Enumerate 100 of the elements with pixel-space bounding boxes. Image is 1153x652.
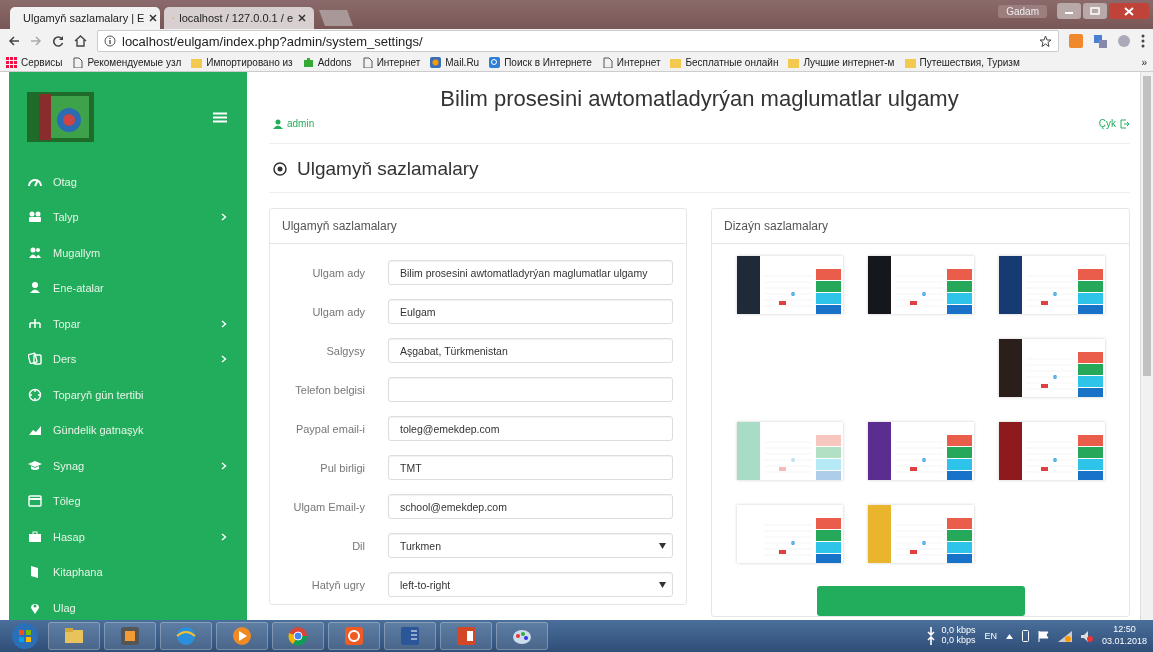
- theme-preview[interactable]: [998, 339, 1105, 397]
- emblem-logo: [27, 92, 94, 142]
- folder-icon: [670, 56, 682, 68]
- caret-up-icon[interactable]: [1005, 633, 1013, 639]
- theme-preview[interactable]: [998, 422, 1105, 480]
- clock[interactable]: 12:50 03.01.2018: [1101, 624, 1147, 648]
- theme-preview[interactable]: [998, 256, 1105, 314]
- close-button[interactable]: [1109, 3, 1149, 19]
- tab-title: Ulgamyň sazlamalary | E: [23, 12, 145, 24]
- reload-icon[interactable]: [52, 35, 64, 47]
- input-field[interactable]: Bilim prosesini awtomatladyrýan maglumatlar ulgamy: [388, 260, 673, 285]
- input-field[interactable]: toleg@emekdep.com: [388, 416, 673, 441]
- download-speed: 0,0 kbps: [941, 626, 976, 636]
- users-icon: [28, 210, 42, 225]
- theme-preview[interactable]: [867, 422, 974, 480]
- field-label: Paypal email-i: [294, 422, 365, 435]
- globe-icon: [174, 624, 198, 648]
- network-icon[interactable]: [1057, 630, 1072, 642]
- user-icon: [28, 281, 42, 296]
- bookmark[interactable]: Бесплатные онлайн: [670, 56, 779, 68]
- editor-icon: [118, 624, 142, 648]
- app-title: Bilim prosesini awtomatladyrýan maglumatlar ulgamy: [439, 86, 960, 112]
- taskbar-button[interactable]: [48, 622, 100, 650]
- app-icon: [342, 624, 366, 648]
- caret-icon: [659, 581, 666, 588]
- search-icon: [489, 56, 501, 68]
- address-bar[interactable]: localhost/eulgam/index.php?admin/system_settings/: [97, 30, 1059, 52]
- panel-title: Ulgamyň sazlamalary: [282, 219, 397, 233]
- taskbar-button[interactable]: [328, 622, 380, 650]
- start-orb-icon: [11, 622, 39, 650]
- credit-card-icon: [28, 494, 42, 509]
- page-icon: [601, 56, 613, 68]
- upload-speed: 0,0 kbps: [941, 636, 976, 646]
- bookmark[interactable]: Рекомендуемые узл: [72, 56, 182, 68]
- input-field[interactable]: school@emekdep.com: [388, 494, 673, 519]
- puzzle-icon: [302, 56, 314, 68]
- upload-arrow-icon: [927, 636, 936, 646]
- info-icon: [104, 35, 116, 47]
- folder-icon: [788, 56, 800, 68]
- minimize-button[interactable]: [1057, 3, 1081, 19]
- theme-preview[interactable]: [867, 256, 974, 314]
- taskbar-button[interactable]: [384, 622, 436, 650]
- maximize-button[interactable]: [1083, 3, 1107, 19]
- caret-icon: [659, 542, 666, 549]
- field-label: Ulgam ady: [311, 305, 365, 318]
- more-bookmarks[interactable]: »: [1141, 56, 1147, 68]
- bookmark[interactable]: Импортировано из: [191, 56, 293, 68]
- folder-icon: [191, 56, 203, 68]
- input-field[interactable]: TMT: [388, 455, 673, 480]
- theme-preview[interactable]: [736, 256, 843, 314]
- field-label: Dil: [351, 539, 365, 552]
- bookmark[interactable]: Интернет: [601, 56, 661, 68]
- close-icon[interactable]: [298, 14, 306, 22]
- bookmark[interactable]: Addons: [302, 56, 352, 68]
- field-label: Telefon belgisi: [294, 383, 365, 396]
- taskbar-button[interactable]: [216, 622, 268, 650]
- close-icon[interactable]: [149, 14, 158, 22]
- user-icon: [273, 118, 283, 129]
- taskbar-button[interactable]: [496, 622, 548, 650]
- scrollbar[interactable]: [1140, 72, 1153, 620]
- bookmark[interactable]: Поиск в Интернете: [489, 56, 592, 68]
- bookmark[interactable]: Сервисы: [6, 56, 63, 68]
- dropdown[interactable]: left-to-right: [388, 572, 673, 597]
- dropdown[interactable]: Turkmen: [388, 533, 673, 558]
- maximize-icon: [1090, 7, 1100, 15]
- field-label: Ulgam Email-y: [292, 500, 365, 513]
- bookmark[interactable]: Лучшие интернет-м: [788, 56, 895, 68]
- language-indicator[interactable]: EN: [984, 631, 997, 641]
- back-icon[interactable]: [8, 35, 20, 47]
- menu-icon[interactable]: [1141, 34, 1145, 48]
- taskbar-button[interactable]: [272, 622, 324, 650]
- speaker-icon[interactable]: [1080, 630, 1093, 642]
- taskbar-button[interactable]: [440, 622, 492, 650]
- panel-title: Dizaýn sazlamalary: [724, 219, 829, 233]
- presentation-icon: [454, 624, 478, 648]
- input-field[interactable]: Eulgam: [388, 299, 673, 324]
- star-icon[interactable]: [1039, 34, 1052, 48]
- taskbar-button[interactable]: [104, 622, 156, 650]
- page-icon: [72, 56, 84, 68]
- home-icon[interactable]: [74, 35, 87, 47]
- browser-tab[interactable]: Ulgamyň sazlamalary | E: [10, 7, 160, 29]
- crosshair-icon: [28, 387, 42, 402]
- users-icon: [28, 245, 42, 260]
- bookmark[interactable]: Путешествия, Туризм: [904, 56, 1020, 68]
- field-label: Ulgam ady: [311, 266, 365, 279]
- taskbar-button[interactable]: [160, 622, 212, 650]
- extension-icon[interactable]: [1093, 34, 1107, 48]
- input-field[interactable]: Aşgabat, Türkmenistan: [388, 338, 673, 363]
- graduation-cap-icon: [28, 458, 42, 473]
- device-icon[interactable]: [1021, 630, 1029, 642]
- bookmark[interactable]: Интернет: [361, 56, 421, 68]
- field-label: Salgysy: [325, 344, 365, 357]
- input-field[interactable]: [388, 377, 673, 402]
- folder-icon: [904, 56, 916, 68]
- sign-out-icon: [1120, 118, 1130, 129]
- browser-tab[interactable]: localhost / 127.0.0.1 / e: [164, 7, 314, 29]
- page-title: Ulgamyň sazlamalary: [297, 158, 479, 180]
- bookmark[interactable]: Mail.Ru: [430, 56, 480, 68]
- flag-icon[interactable]: [1037, 630, 1049, 642]
- apps-icon: [6, 56, 17, 68]
